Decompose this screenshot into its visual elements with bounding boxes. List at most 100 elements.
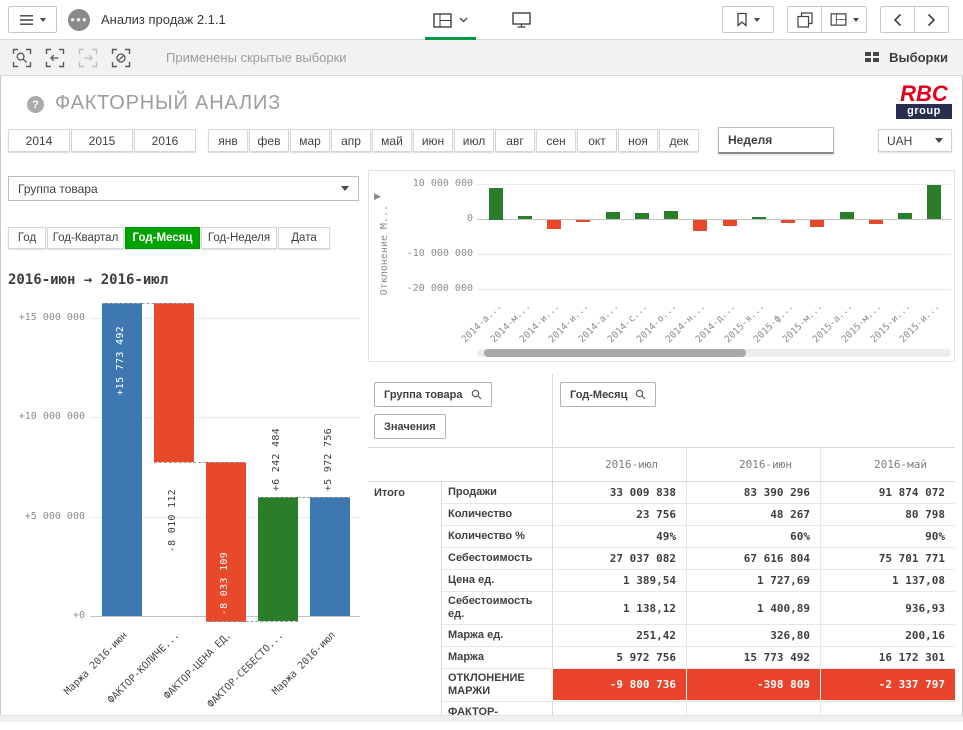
selections-back-icon[interactable]	[40, 43, 70, 73]
month-button-дек[interactable]: дек	[659, 129, 699, 152]
pivot-value-cell: 49%	[552, 526, 686, 547]
product-group-label: Группа товара	[18, 182, 98, 196]
help-icon[interactable]: ?	[27, 96, 44, 113]
pivot-row-label[interactable]: Цена ед.	[442, 570, 552, 591]
week-filter[interactable]: Неделя	[718, 127, 834, 154]
sheet-nav-group	[880, 6, 949, 33]
pivot-row-label[interactable]: Маржа	[442, 647, 552, 668]
period-tab-Дата[interactable]: Дата	[278, 227, 330, 249]
year-filter-group: 201420152016	[8, 129, 196, 152]
search-icon	[471, 389, 482, 400]
pivot-column-header[interactable]: 2016-июл	[552, 448, 686, 481]
waterfall-bar[interactable]	[310, 497, 350, 616]
chip-label: Год-Месяц	[570, 389, 627, 401]
pivot-value-cell: 251,42	[552, 625, 686, 646]
pivot-value-cell: 75 701 771	[820, 548, 955, 569]
month-button-апр[interactable]: апр	[331, 129, 371, 152]
month-button-май[interactable]: май	[372, 129, 412, 152]
year-button-2015[interactable]: 2015	[71, 129, 133, 152]
deviation-bar[interactable]	[869, 220, 883, 224]
deviation-bar[interactable]	[898, 213, 912, 219]
month-button-янв[interactable]: янв	[208, 129, 248, 152]
deviation-bar[interactable]	[723, 220, 737, 226]
table-row: Цена ед.1 389,541 727,691 137,08	[442, 570, 955, 592]
year-button-2014[interactable]: 2014	[8, 129, 70, 152]
product-group-dropdown[interactable]: Группа товара	[8, 176, 359, 201]
currency-dropdown[interactable]: UAH	[878, 129, 952, 152]
bookmarks-button[interactable]	[722, 6, 774, 33]
selections-forward-icon[interactable]	[73, 43, 103, 73]
expand-icon[interactable]: ▶	[374, 191, 381, 202]
deviation-bar[interactable]	[518, 216, 532, 219]
year-button-2016[interactable]: 2016	[134, 129, 196, 152]
month-button-фев[interactable]: фев	[249, 129, 289, 152]
month-button-ноя[interactable]: ноя	[618, 129, 658, 152]
pivot-column-header[interactable]: 2016-июн	[686, 448, 820, 481]
presentation-icon	[512, 12, 531, 28]
pivot-value-cell: 1 138,12	[552, 592, 686, 624]
sheet-grid-icon	[830, 13, 847, 26]
y-axis-tick: +15 000 000	[0, 312, 85, 323]
waterfall-bar[interactable]	[258, 497, 298, 621]
divider	[552, 374, 553, 447]
deviation-bar[interactable]	[547, 220, 561, 229]
pivot-column-header[interactable]: 2016-май	[820, 448, 955, 481]
period-tab-Год-Квартал[interactable]: Год-Квартал	[47, 227, 124, 249]
pivot-column-headers: 2016-июл2016-июн2016-май	[368, 448, 955, 482]
month-button-авг[interactable]: авг	[495, 129, 535, 152]
storytelling-button[interactable]	[504, 0, 539, 40]
selections-panel-button[interactable]: Выборки	[864, 50, 963, 65]
pivot-row-label[interactable]: Себестоимость ед.	[442, 592, 552, 624]
pivot-row-label[interactable]: Себестоимость	[442, 548, 552, 569]
next-sheet-button[interactable]	[914, 6, 949, 33]
pivot-row-label[interactable]: Маржа ед.	[442, 625, 552, 646]
deviation-bar[interactable]	[489, 188, 503, 220]
month-button-сен[interactable]: сен	[536, 129, 576, 152]
global-menu-button[interactable]	[8, 6, 57, 33]
deviation-bar[interactable]	[781, 220, 795, 223]
period-tab-Год-Месяц[interactable]: Год-Месяц	[125, 227, 200, 249]
pivot-row-label[interactable]: Количество %	[442, 526, 552, 547]
deviation-bar[interactable]	[810, 220, 824, 227]
horizontal-scrollbar[interactable]	[0, 715, 963, 722]
month-button-июл[interactable]: июл	[454, 129, 494, 152]
waterfall-bar[interactable]	[154, 303, 194, 462]
y-axis-tick: -10 000 000	[387, 248, 473, 259]
deviation-bar[interactable]	[840, 212, 854, 219]
pivot-row-label[interactable]: Продажи	[442, 482, 552, 503]
deviation-bar[interactable]	[693, 220, 707, 231]
clear-selections-icon[interactable]	[106, 43, 136, 73]
deviation-bar[interactable]	[576, 220, 590, 222]
prev-sheet-button[interactable]	[880, 6, 915, 33]
chevron-down-icon	[459, 17, 468, 23]
deviation-bar[interactable]	[606, 212, 620, 219]
month-button-окт[interactable]: окт	[577, 129, 617, 152]
deviation-bar[interactable]	[664, 211, 678, 219]
period-tab-Год[interactable]: Год	[8, 227, 46, 249]
deviation-bar[interactable]	[927, 185, 941, 219]
month-button-июн[interactable]: июн	[413, 129, 453, 152]
deviation-bar[interactable]	[752, 217, 766, 219]
row-dimension-chip[interactable]: Группа товара	[374, 382, 492, 407]
deviation-bar[interactable]	[635, 213, 649, 219]
pivot-total-label[interactable]: Итого	[368, 482, 442, 722]
table-row: Маржа ед.251,42326,80200,16	[442, 625, 955, 647]
pivot-row-label[interactable]: Количество	[442, 504, 552, 525]
chevron-down-icon	[40, 18, 46, 22]
scrollbar-thumb[interactable]	[484, 349, 746, 357]
column-dimension-chip[interactable]: Год-Месяц	[560, 382, 656, 407]
bar-value-label: +15 773 492	[115, 326, 126, 396]
month-button-мар[interactable]: мар	[290, 129, 330, 152]
gridline	[477, 184, 951, 185]
smart-search-icon[interactable]	[7, 43, 37, 73]
bar-value-label: +6 242 484	[271, 428, 282, 491]
period-tab-Год-Неделя[interactable]: Год-Неделя	[201, 227, 277, 249]
sheets-view-button[interactable]	[425, 0, 476, 40]
pivot-row-label[interactable]: ОТКЛОНЕНИЕ МАРЖИ	[442, 669, 552, 701]
y-axis-tick: +5 000 000	[0, 511, 85, 522]
sheet-list-button[interactable]	[821, 6, 867, 33]
duplicate-sheet-button[interactable]	[787, 6, 822, 33]
pivot-value-cell: 5 972 756	[552, 647, 686, 668]
measures-chip[interactable]: Значения	[374, 414, 446, 439]
pivot-value-cell: 80 798	[820, 504, 955, 525]
